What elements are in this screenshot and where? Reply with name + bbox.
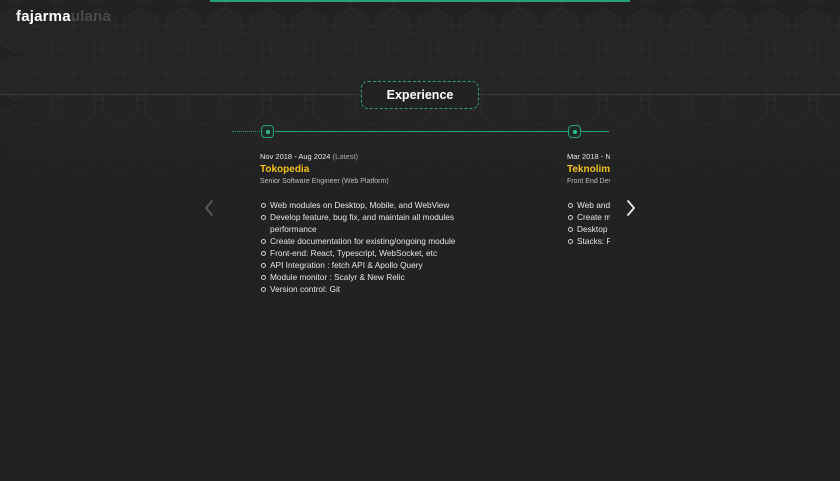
list-item: Module monitor : Scalyr & New Relic — [260, 271, 500, 283]
list-item: Web modules on Desktop, Mobile, and WebV… — [260, 199, 500, 211]
job-title: Front End Dev — [567, 178, 610, 185]
experience-card-teknolim: Mar 2018 - N Teknolim Front End Dev Web … — [567, 140, 610, 247]
experience-date: Nov 2018 - Aug 2024 (Latest) — [260, 152, 500, 161]
list-item: Front-end: React, Typescript, WebSocket,… — [260, 247, 500, 259]
chevron-left-icon — [205, 200, 213, 216]
site-logo[interactable]: fajarmaulana — [16, 8, 111, 25]
list-item: Create documentation for existing/ongoin… — [260, 235, 500, 247]
responsibility-list: Web modules on Desktop, Mobile, and WebV… — [260, 199, 500, 295]
logo-part-dim: ulana — [70, 8, 111, 25]
experience-carousel: Nov 2018 - Aug 2024 (Latest) Tokopedia S… — [232, 140, 610, 340]
responsibility-list: Web and Create m Desktop Stacks: F — [567, 199, 610, 247]
timeline-line — [275, 131, 609, 132]
list-item: Version control: Git — [260, 283, 500, 295]
company-name: Teknolim — [567, 164, 610, 175]
experience-card-tokopedia: Nov 2018 - Aug 2024 (Latest) Tokopedia S… — [260, 140, 500, 295]
section-title-experience: Experience — [361, 81, 479, 109]
timeline-line-start — [232, 131, 260, 132]
chevron-right-icon — [627, 200, 635, 216]
company-name: Tokopedia — [260, 164, 310, 175]
top-accent-line — [210, 0, 630, 2]
list-item: Desktop — [567, 223, 610, 235]
logo-part-bright: fajarma — [16, 8, 71, 25]
list-item: API Integration : fetch API & Apollo Que… — [260, 259, 500, 271]
carousel-prev-button[interactable] — [201, 198, 217, 218]
experience-date-range: Nov 2018 - Aug 2024 — [260, 152, 331, 161]
job-title: Senior Software Engineer (Web Platform) — [260, 178, 389, 185]
experience-date: Mar 2018 - N — [567, 152, 610, 161]
section-title-text: Experience — [386, 88, 454, 102]
latest-badge: (Latest) — [332, 152, 359, 161]
timeline-node-2 — [568, 125, 581, 138]
timeline-node-1 — [261, 125, 274, 138]
page: fajarmaulana Experience Nov 2018 - Aug 2… — [0, 0, 840, 481]
list-item: Web and — [567, 199, 610, 211]
list-item: Stacks: F — [567, 235, 610, 247]
carousel-next-button[interactable] — [623, 198, 639, 218]
experience-date-range: Mar 2018 - N — [567, 152, 610, 161]
list-item: Create m — [567, 211, 610, 223]
list-item: Develop feature, bug fix, and maintain a… — [260, 211, 500, 235]
